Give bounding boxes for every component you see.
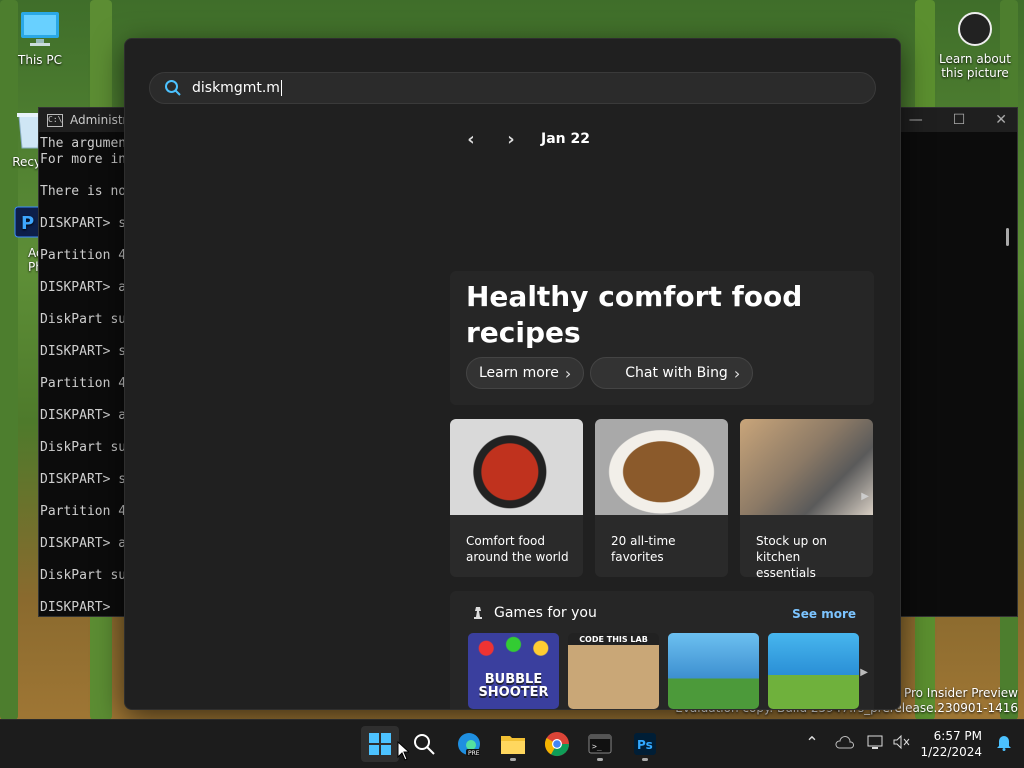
taskbar: PRE >_ Ps ⌃ 6:57 PM 1/22/2024 [0, 719, 1024, 768]
see-more-link[interactable]: See more [792, 607, 856, 621]
search-icon [414, 734, 435, 755]
game-tile-label: BUBBLE SHOOTER [478, 672, 549, 700]
maximize-icon[interactable]: ☐ [953, 112, 966, 128]
kitchenware-image [740, 419, 873, 515]
photoshop-icon: Ps [634, 733, 656, 755]
file-explorer-icon [501, 736, 525, 754]
taskbar-chrome-button[interactable] [538, 726, 576, 762]
cmd-icon: C:\ [47, 113, 63, 127]
taskbar-file-explorer-button[interactable] [494, 726, 532, 762]
date-label: Jan 22 [541, 131, 590, 147]
volume-muted-icon[interactable] [890, 730, 914, 754]
svg-text:Ps: Ps [637, 738, 653, 752]
desktop-icon-label: This PC [18, 53, 62, 67]
chess-piece-icon [474, 607, 482, 619]
scrollbar-thumb[interactable] [1006, 228, 1009, 246]
chrome-icon [544, 732, 569, 757]
running-indicator [597, 758, 603, 761]
hero-title: Healthy comfort food recipes [466, 280, 803, 349]
content-cards: Comfort food around the world 20 all-tim… [450, 419, 873, 577]
date-navigation: ‹ › Jan 22 [461, 129, 590, 150]
desktop-icon-this-pc[interactable]: This PC [2, 10, 78, 67]
learn-more-label: Learn more [479, 365, 559, 381]
chevron-up-icon: ⌃ [805, 732, 819, 752]
clock-time: 6:57 PM [933, 729, 982, 743]
edge-icon: PRE [458, 733, 480, 757]
taskbar-edge-button[interactable]: PRE [450, 726, 488, 762]
skillet-image [450, 419, 583, 515]
svg-text:PRE: PRE [468, 750, 480, 757]
game-tile-label: CODE THIS LAB [579, 635, 648, 644]
clock[interactable]: 6:57 PM 1/22/2024 [920, 728, 982, 760]
card-caption: Comfort food around the world [466, 534, 569, 564]
search-icon [165, 80, 181, 96]
learn-about-picture[interactable]: Learn about this picture [935, 12, 1015, 80]
game-tile-bubble-shooter[interactable]: BUBBLE SHOOTER [468, 633, 559, 709]
bell-icon [997, 736, 1011, 751]
game-tile-chess[interactable]: CODE THIS LAB [568, 633, 659, 709]
wallpaper-bamboo [0, 0, 18, 720]
taskbar-search-button[interactable] [405, 726, 443, 762]
chevron-right-icon[interactable]: › [501, 129, 521, 150]
network-icon[interactable] [864, 730, 888, 754]
learn-about-label: Learn about this picture [939, 52, 1011, 80]
monitor-icon [2, 10, 78, 51]
start-button[interactable] [361, 726, 399, 762]
svg-text:P: P [21, 213, 34, 234]
card-comfort-food[interactable]: Comfort food around the world [450, 419, 583, 577]
taskbar-terminal-button[interactable]: >_ [581, 726, 619, 762]
game-tile-farm[interactable] [668, 633, 759, 709]
game-tile-house[interactable] [768, 633, 859, 709]
card-kitchen-essentials[interactable]: Stock up on kitchen essentials ▶ [740, 419, 873, 577]
chat-with-bing-label: Chat with Bing [625, 365, 728, 381]
search-query: diskmgmt.m [192, 80, 280, 96]
search-input[interactable]: diskmgmt.m [149, 72, 876, 104]
running-indicator [510, 758, 516, 761]
terminal-icon: >_ [588, 734, 612, 754]
show-hidden-icons-button[interactable]: ⌃ [800, 730, 824, 754]
windows-logo-icon [369, 733, 391, 755]
notifications-button[interactable] [992, 730, 1016, 754]
search-panel: diskmgmt.m ‹ › Jan 22 Healthy comfort fo… [124, 38, 901, 710]
scroll-right-icon[interactable]: ▶ [861, 491, 869, 502]
svg-text:>_: >_ [592, 742, 602, 751]
onedrive-icon[interactable] [832, 730, 856, 754]
taskbar-photoshop-button[interactable]: Ps [626, 726, 664, 762]
chat-with-bing-button[interactable]: Chat with Bing › [590, 357, 754, 389]
mouse-pointer-icon [397, 741, 409, 761]
card-caption: Stock up on kitchen essentials [756, 534, 828, 577]
clock-date: 1/22/2024 [920, 745, 982, 759]
card-caption: 20 all-time favorites [611, 534, 676, 564]
chevron-right-icon: › [564, 363, 572, 383]
chevron-right-icon: › [733, 363, 741, 383]
minimize-icon[interactable]: — [909, 112, 923, 128]
running-indicator [642, 758, 648, 761]
text-caret [280, 80, 282, 96]
chevron-left-icon[interactable]: ‹ [461, 129, 481, 150]
close-icon[interactable]: ✕ [995, 112, 1007, 128]
card-favorites[interactable]: 20 all-time favorites [595, 419, 728, 577]
camera-icon [958, 12, 992, 46]
learn-more-button[interactable]: Learn more › [466, 357, 585, 389]
games-section: Games for you See more BUBBLE SHOOTER CO… [450, 591, 874, 709]
cookies-image [595, 419, 728, 515]
games-title: Games for you [494, 605, 597, 621]
hero-card[interactable]: Healthy comfort food recipes Learn more … [450, 271, 874, 405]
scroll-right-icon[interactable]: ▶ [860, 667, 868, 678]
